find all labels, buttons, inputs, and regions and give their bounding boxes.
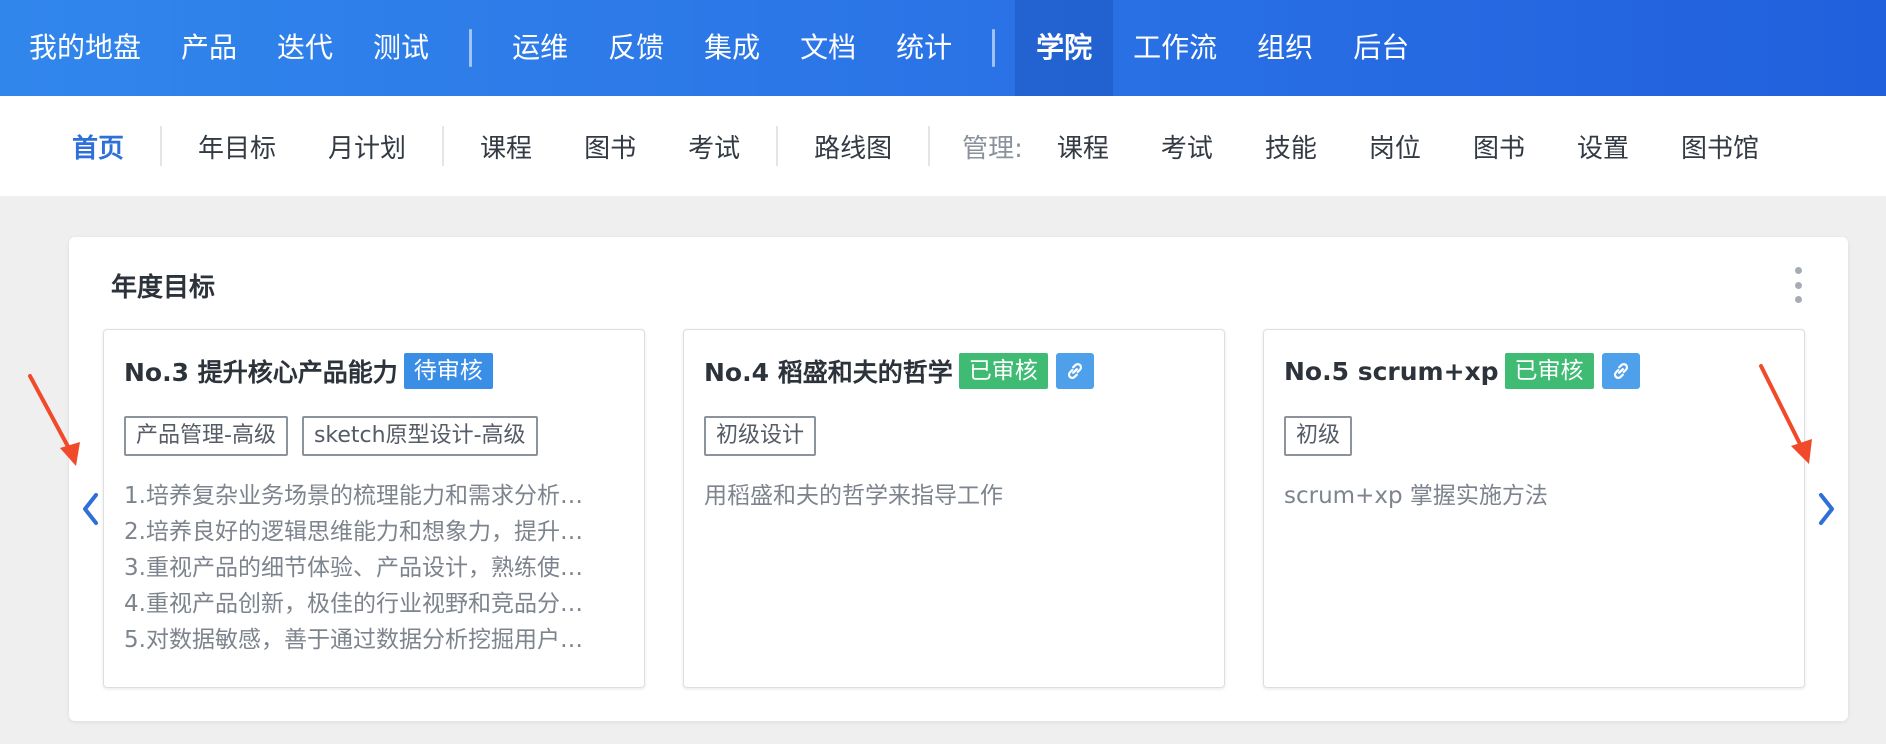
top-nav-academy[interactable]: 学院 — [1015, 0, 1114, 96]
goal-card-title[interactable]: No.3 提升核心产品能力 — [124, 353, 398, 389]
sub-nav-divider — [160, 126, 163, 166]
top-nav-org[interactable]: 组织 — [1237, 0, 1333, 96]
top-nav-workflow[interactable]: 工作流 — [1113, 0, 1237, 96]
top-nav-feedback[interactable]: 反馈 — [588, 0, 684, 96]
sub-nav-books[interactable]: 图书 — [558, 128, 662, 165]
red-arrow-annotation-icon — [28, 374, 80, 466]
goal-description-line: 1.培养复杂业务场景的梳理能力和需求分析能力 — [124, 483, 594, 509]
link-icon[interactable] — [1055, 353, 1094, 389]
goal-description-line: 3.重视产品的细节体验、产品设计，熟练使用原型工具 — [124, 555, 594, 581]
goal-description-line: 5.对数据敏感，善于通过数据分析挖掘用户需求 — [124, 627, 594, 653]
annual-goals-panel: 年度目标 No.3 提升核心产品能力 待审核 产品管理-高级 sketch原型设… — [69, 237, 1848, 721]
goal-description-line: 2.培养良好的逻辑思维能力和想象力，提升沟通表达 — [124, 519, 594, 545]
goal-card[interactable]: No.4 稻盛和夫的哲学 已审核 初级设计 用稻盛和夫的哲学来指导工作 — [683, 329, 1225, 688]
chevron-left-icon[interactable] — [76, 487, 106, 531]
top-nav-docs[interactable]: 文档 — [780, 0, 876, 96]
goal-card-title[interactable]: No.5 scrum+xp — [1284, 357, 1499, 386]
more-vertical-icon[interactable] — [1790, 267, 1806, 303]
skill-tag: 初级 — [1284, 416, 1353, 456]
top-nav-divider — [992, 29, 996, 67]
sub-nav-manage-books[interactable]: 图书 — [1447, 128, 1551, 165]
top-nav-ops[interactable]: 运维 — [492, 0, 588, 96]
goal-description-line: 用稻盛和夫的哲学来指导工作 — [704, 483, 1003, 509]
top-nav-admin[interactable]: 后台 — [1333, 0, 1429, 96]
top-nav-my-dashboard[interactable]: 我的地盘 — [0, 0, 161, 96]
sub-nav-manage-library[interactable]: 图书馆 — [1655, 128, 1785, 165]
sub-nav-manage-settings[interactable]: 设置 — [1551, 128, 1655, 165]
top-nav-iteration[interactable]: 迭代 — [257, 0, 353, 96]
skill-tag: 产品管理-高级 — [124, 416, 288, 456]
goal-description-line: scrum+xp 掌握实施方法 — [1284, 483, 1548, 509]
sub-nav-courses[interactable]: 课程 — [454, 128, 558, 165]
goal-description-line: 4.重视产品创新，极佳的行业视野和竞品分析能力 — [124, 591, 594, 617]
sub-nav-home[interactable]: 首页 — [0, 128, 150, 165]
goal-card[interactable]: No.5 scrum+xp 已审核 初级 scrum+xp 掌握实施方法 — [1263, 329, 1805, 688]
link-icon[interactable] — [1601, 353, 1640, 389]
top-nav-integration[interactable]: 集成 — [684, 0, 780, 96]
sub-nav-manage-courses[interactable]: 课程 — [1031, 128, 1135, 165]
status-badge: 已审核 — [1504, 353, 1594, 389]
sub-nav-month-plan[interactable]: 月计划 — [302, 128, 432, 165]
sub-nav-divider — [928, 126, 931, 166]
sub-nav-divider — [776, 126, 779, 166]
skill-tag: 初级设计 — [704, 416, 817, 456]
sub-nav-manage-label: 管理: — [962, 133, 1023, 164]
sub-nav-roadmap[interactable]: 路线图 — [788, 128, 918, 165]
status-badge: 已审核 — [958, 353, 1048, 389]
top-nav-stats[interactable]: 统计 — [876, 0, 972, 96]
red-arrow-annotation-icon — [1759, 364, 1812, 464]
goal-card[interactable]: No.3 提升核心产品能力 待审核 产品管理-高级 sketch原型设计-高级 … — [103, 329, 645, 688]
sub-nav-manage-skills[interactable]: 技能 — [1239, 128, 1343, 165]
top-nav-test[interactable]: 测试 — [353, 0, 449, 96]
top-nav-divider — [469, 29, 473, 67]
goal-card-title[interactable]: No.4 稻盛和夫的哲学 — [704, 353, 953, 389]
sub-nav-manage-exams[interactable]: 考试 — [1135, 128, 1239, 165]
top-nav: 我的地盘 产品 迭代 测试 运维 反馈 集成 文档 统计 学院 工作流 组织 后… — [0, 0, 1886, 96]
sub-nav-year-goal[interactable]: 年目标 — [172, 128, 302, 165]
panel-title: 年度目标 — [111, 273, 216, 303]
sub-nav-exams[interactable]: 考试 — [662, 128, 766, 165]
skill-tag: sketch原型设计-高级 — [301, 416, 538, 456]
chevron-right-icon[interactable] — [1811, 487, 1841, 531]
sub-nav-manage-positions[interactable]: 岗位 — [1343, 128, 1447, 165]
status-badge: 待审核 — [403, 353, 493, 389]
top-nav-product[interactable]: 产品 — [161, 0, 257, 96]
sub-nav-divider — [442, 126, 445, 166]
sub-nav: 首页 年目标 月计划 课程 图书 考试 路线图 管理: 课程 考试 技能 岗位 … — [0, 96, 1886, 196]
